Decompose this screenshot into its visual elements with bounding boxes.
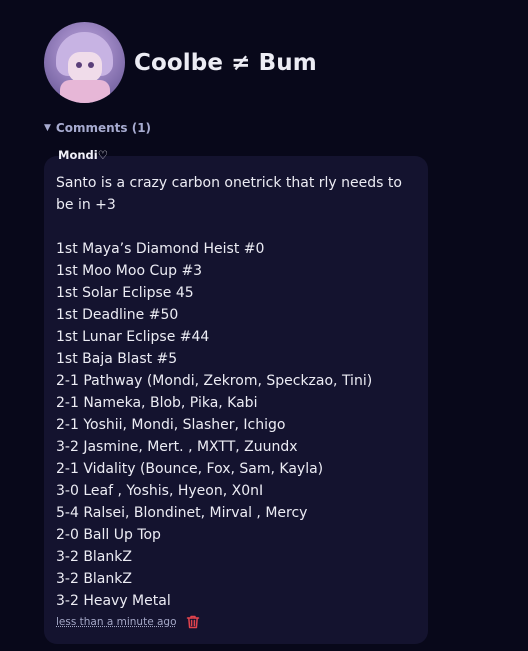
comment-footer: less than a minute ago <box>56 614 201 630</box>
avatar-face <box>68 52 102 82</box>
comments-toggle[interactable]: ▼ Comments (1) <box>44 121 151 135</box>
avatar-eye-left <box>76 62 82 68</box>
caret-down-icon: ▼ <box>44 123 51 133</box>
avatar-eye-right <box>88 62 94 68</box>
profile-name: Coolbe ≠ Bum <box>134 49 317 76</box>
comments-toggle-label: Comments (1) <box>55 121 152 135</box>
trash-icon[interactable] <box>185 614 201 630</box>
comment-timestamp[interactable]: less than a minute ago <box>56 616 177 628</box>
profile-header: Coolbe ≠ Bum <box>44 22 317 103</box>
comment-author[interactable]: Mondi♡ <box>58 148 108 162</box>
avatar[interactable] <box>44 22 125 103</box>
comment-text: Santo is a crazy carbon onetrick that rl… <box>56 175 402 609</box>
avatar-shirt <box>60 80 110 103</box>
